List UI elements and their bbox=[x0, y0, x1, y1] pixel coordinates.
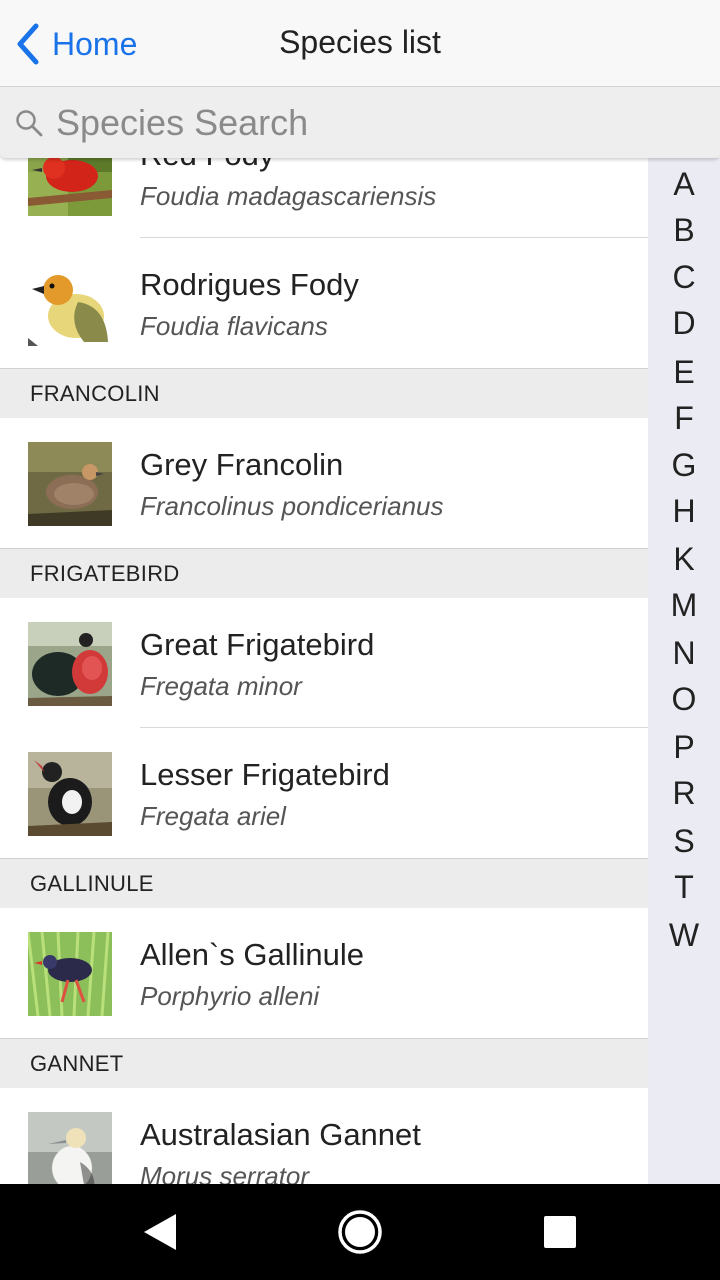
list-item[interactable]: Great Frigatebird Fregata minor bbox=[0, 598, 648, 728]
section-header: GALLINULE bbox=[0, 858, 648, 908]
species-common-name: Lesser Frigatebird bbox=[140, 757, 390, 792]
section-header: FRANCOLIN bbox=[0, 368, 648, 418]
index-letter-h[interactable]: H bbox=[648, 491, 720, 531]
list-item[interactable]: Rodrigues Fody Foudia flavicans bbox=[0, 238, 648, 368]
species-common-name: Australasian Gannet bbox=[140, 1117, 421, 1152]
triangle-back-icon bbox=[144, 1214, 176, 1250]
species-thumbnail-grey-francolin bbox=[28, 442, 112, 526]
species-common-name: Red Fody bbox=[140, 158, 274, 173]
square-recents-icon bbox=[544, 1216, 576, 1248]
index-letter-k[interactable]: K bbox=[648, 539, 720, 579]
section-header: GANNET bbox=[0, 1038, 648, 1088]
circle-home-icon bbox=[338, 1210, 382, 1254]
index-letter-c[interactable]: C bbox=[648, 257, 720, 297]
page-title: Species list bbox=[279, 24, 441, 60]
index-letter-b[interactable]: B bbox=[648, 210, 720, 250]
species-scientific-name: Foudia flavicans bbox=[140, 311, 328, 341]
list-item[interactable]: Allen`s Gallinule Porphyrio alleni bbox=[0, 908, 648, 1038]
index-letter-d[interactable]: D bbox=[648, 303, 720, 343]
navigation-bar: Home Species list bbox=[0, 0, 720, 87]
home-nav-button[interactable] bbox=[336, 1208, 384, 1256]
species-scientific-name: Morus serrator bbox=[140, 1161, 310, 1184]
recents-nav-button[interactable] bbox=[536, 1208, 584, 1256]
index-letter-f[interactable]: F bbox=[648, 398, 720, 438]
system-navigation-bar bbox=[0, 1184, 720, 1280]
species-common-name: Rodrigues Fody bbox=[140, 267, 359, 302]
index-letter-t[interactable]: T bbox=[648, 867, 720, 907]
species-scientific-name: Fregata ariel bbox=[140, 801, 286, 831]
index-letter-r[interactable]: R bbox=[648, 773, 720, 813]
species-thumbnail-lesser-frigatebird bbox=[28, 752, 112, 836]
back-nav-button[interactable] bbox=[136, 1208, 184, 1256]
species-thumbnail-allens-gallinule bbox=[28, 932, 112, 1016]
species-scientific-name: Fregata minor bbox=[140, 671, 302, 701]
index-letter-s[interactable]: S bbox=[648, 821, 720, 861]
index-letter-o[interactable]: O bbox=[648, 679, 720, 719]
index-letter-a[interactable]: A bbox=[648, 164, 720, 204]
species-common-name: Grey Francolin bbox=[140, 447, 344, 482]
list-item[interactable]: Red Fody Foudia madagascariensis bbox=[0, 158, 648, 238]
list-item[interactable]: Australasian Gannet Morus serrator bbox=[0, 1088, 648, 1184]
index-letter-g[interactable]: G bbox=[648, 445, 720, 485]
species-thumbnail-rodrigues-fody bbox=[28, 262, 112, 346]
index-letter-w[interactable]: W bbox=[648, 915, 720, 955]
search-icon bbox=[16, 109, 43, 136]
species-thumbnail-red-fody bbox=[28, 158, 112, 216]
species-common-name: Great Frigatebird bbox=[140, 627, 375, 662]
species-scientific-name: Porphyrio alleni bbox=[140, 981, 320, 1011]
index-letter-m[interactable]: M bbox=[648, 585, 720, 625]
species-common-name: Allen`s Gallinule bbox=[140, 937, 364, 972]
species-scientific-name: Francolinus pondicerianus bbox=[140, 491, 444, 521]
species-thumbnail-australasian-gannet bbox=[28, 1112, 112, 1184]
index-letter-p[interactable]: P bbox=[648, 727, 720, 767]
index-letter-n[interactable]: N bbox=[648, 633, 720, 673]
section-header: FRIGATEBIRD bbox=[0, 548, 648, 598]
species-list[interactable]: Red Fody Foudia madagascariensis Rodrigu… bbox=[0, 158, 648, 1184]
species-thumbnail-great-frigatebird bbox=[28, 622, 112, 706]
list-item[interactable]: Lesser Frigatebird Fregata ariel bbox=[0, 728, 648, 858]
search-bar bbox=[0, 87, 720, 158]
species-scientific-name: Foudia madagascariensis bbox=[140, 181, 437, 211]
search-input[interactable] bbox=[56, 101, 656, 144]
index-letter-e[interactable]: E bbox=[648, 352, 720, 392]
list-item[interactable]: Grey Francolin Francolinus pondicerianus bbox=[0, 418, 648, 548]
alphabet-index[interactable]: A B C D E F G H K M N O P R S T W bbox=[648, 158, 720, 1184]
